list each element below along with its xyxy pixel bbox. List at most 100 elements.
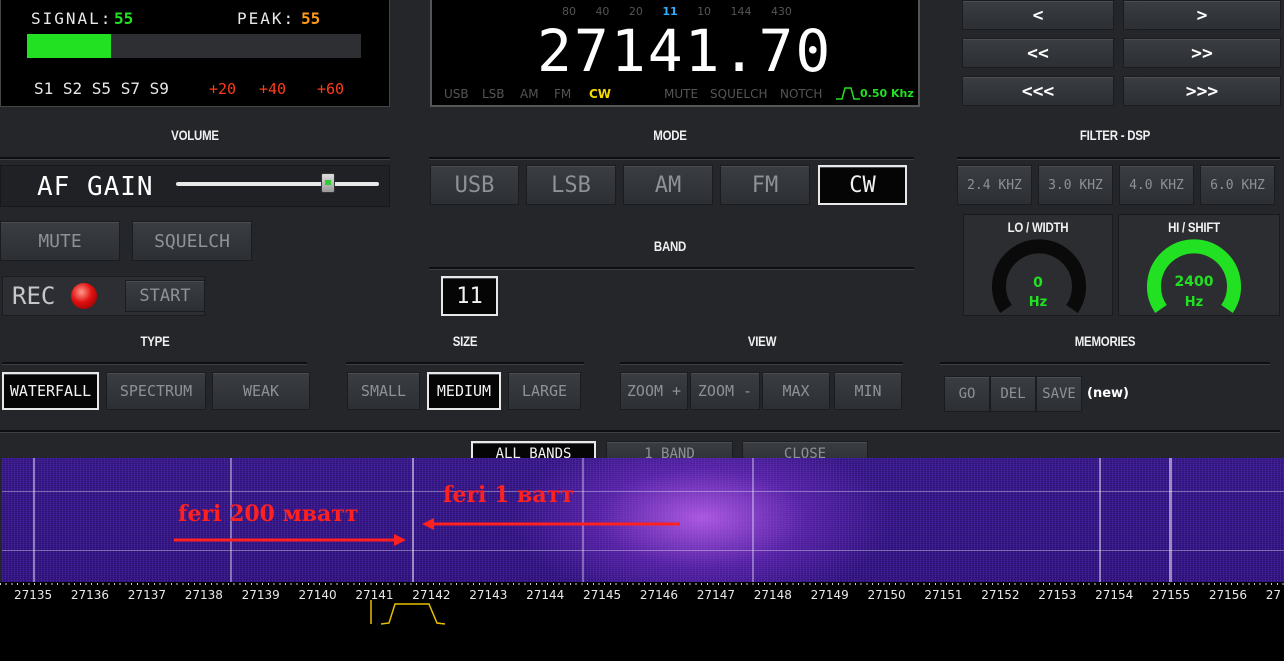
axis-label: 27152	[981, 588, 1020, 602]
volume-divider	[0, 157, 390, 159]
axis-label: 27138	[184, 588, 223, 602]
signal-meter-bar	[27, 34, 361, 58]
step-down-button[interactable]: <	[962, 0, 1114, 30]
filter-6-0-button[interactable]: 6.0 KHZ	[1200, 165, 1275, 205]
mode-fm-button[interactable]: FM	[720, 165, 810, 205]
step-up-button[interactable]: >	[1123, 0, 1281, 30]
zoom-out-button[interactable]: ZOOM -	[690, 372, 760, 410]
waterfall-display[interactable]: feri 200 мватт feri 1 ватт	[2, 458, 1284, 582]
mode-lsb-button[interactable]: LSB	[526, 165, 616, 205]
hi-shift-unit: Hz	[1184, 295, 1204, 310]
size-large-button[interactable]: LARGE	[508, 372, 581, 410]
size-title: SIZE	[452, 333, 478, 349]
step-up-3-button[interactable]: >>>	[1123, 76, 1281, 106]
axis-label: 27137	[127, 588, 166, 602]
af-gain-box: AF GAIN	[0, 165, 390, 207]
axis-label: 27146	[639, 588, 679, 602]
mode-ind-lsb: LSB	[482, 87, 505, 101]
signal-meter-panel: SIGNAL: 55 PEAK: 55 S1 S2 S5 S7 S9 +20 +…	[0, 0, 390, 107]
axis-label: 27147	[696, 588, 735, 602]
size-divider	[346, 362, 584, 364]
signal-meter-fill	[27, 34, 111, 58]
zoom-min-button[interactable]: MIN	[834, 372, 902, 410]
size-small-button[interactable]: SMALL	[347, 372, 420, 410]
memories-title: MEMORIES	[1074, 333, 1136, 349]
mode-title: MODE	[653, 127, 687, 143]
band-select-button[interactable]: 11	[441, 276, 498, 316]
axis-label: 27136	[70, 588, 110, 602]
frequency-readout: 27141.70	[537, 17, 833, 85]
af-gain-slider[interactable]	[176, 173, 379, 193]
passband-marker-icon	[370, 600, 446, 625]
af-gain-label: AF GAIN	[37, 172, 154, 202]
signal-label: SIGNAL:	[31, 9, 113, 28]
axis-label: 27155	[1152, 588, 1191, 602]
mode-cw-button[interactable]: CW	[818, 165, 907, 205]
memories-divider	[940, 362, 1270, 364]
step-down-2-button[interactable]: <<	[962, 38, 1114, 68]
flag-notch: NOTCH	[780, 87, 823, 101]
mode-am-button[interactable]: AM	[623, 165, 713, 205]
type-waterfall-button[interactable]: WATERFALL	[2, 372, 99, 410]
record-box: REC START	[2, 276, 205, 316]
hi-shift-panel: HI / SHIFT 2400 Hz	[1118, 214, 1280, 316]
mode-ind-am: AM	[520, 87, 539, 101]
hi-shift-value: 2400	[1174, 274, 1214, 290]
frequency-axis[interactable]: 27135 27136 27137 27138 27139 27140 27141 27142…	[0, 582, 1284, 661]
scale-plus40: +40	[259, 80, 287, 98]
filter-shape-icon	[836, 87, 860, 100]
waterfall-divider	[0, 430, 1280, 432]
lo-width-panel: LO / WIDTH 0 Hz	[963, 214, 1113, 316]
squelch-button[interactable]: SQUELCH	[132, 221, 252, 261]
scale-plus60: +60	[317, 80, 345, 98]
lo-width-unit: Hz	[1028, 295, 1048, 310]
step-up-2-button[interactable]: >>	[1123, 38, 1281, 68]
mute-button[interactable]: MUTE	[0, 221, 120, 261]
mode-ind-usb: USB	[444, 87, 469, 101]
s-scale: S1 S2 S5 S7 S9	[34, 79, 169, 98]
axis-label: 27144	[526, 588, 565, 602]
axis-label: 27151	[924, 588, 963, 602]
rec-label: REC	[12, 282, 56, 310]
peak-label: PEAK:	[237, 9, 296, 28]
memory-del-button[interactable]: DEL	[990, 376, 1036, 412]
mode-ind-fm: FM	[554, 87, 572, 101]
flag-squelch: SQUELCH	[710, 87, 768, 101]
axis-label: 27148	[753, 588, 792, 602]
axis-label: 27154	[1095, 588, 1134, 602]
axis-label: 27153	[1038, 588, 1077, 602]
filter-title: FILTER - DSP	[1079, 127, 1151, 143]
af-gain-slider-knob[interactable]	[321, 173, 336, 193]
memory-go-button[interactable]: GO	[944, 376, 990, 412]
type-divider	[2, 362, 307, 364]
filter-divider	[957, 157, 1280, 159]
type-weak-button[interactable]: WEAK	[212, 372, 310, 410]
start-record-button[interactable]: START	[125, 280, 205, 312]
zoom-in-button[interactable]: ZOOM +	[620, 372, 688, 410]
step-down-3-button[interactable]: <<<	[962, 76, 1114, 106]
mode-usb-button[interactable]: USB	[430, 165, 519, 205]
lo-width-value: 0	[1033, 275, 1043, 291]
hi-shift-title: HI / SHIFT	[1168, 219, 1220, 235]
axis-label: 27140	[298, 588, 337, 602]
memory-save-button[interactable]: SAVE	[1036, 376, 1082, 412]
volume-title: VOLUME	[171, 127, 219, 143]
view-divider	[620, 362, 903, 364]
mode-divider	[429, 157, 914, 159]
flag-mute: MUTE	[664, 87, 699, 101]
type-spectrum-button[interactable]: SPECTRUM	[106, 372, 206, 410]
axis-tick-strip	[0, 583, 1284, 585]
filter-3-0-button[interactable]: 3.0 KHZ	[1038, 165, 1113, 205]
frequency-display: 80 40 20 11 10 144 430 27141.70 USB LSB …	[430, 0, 920, 107]
size-medium-button[interactable]: MEDIUM	[427, 372, 501, 410]
filter-4-0-button[interactable]: 4.0 KHZ	[1119, 165, 1194, 205]
band-title: BAND	[653, 238, 687, 254]
axis-label: 27150	[867, 588, 906, 602]
axis-label: 27	[1265, 588, 1282, 602]
axis-label: 27149	[810, 588, 849, 602]
type-title: TYPE	[140, 333, 170, 349]
filter-2-4-button[interactable]: 2.4 KHZ	[957, 165, 1032, 205]
annotation-arrows	[174, 518, 680, 546]
zoom-max-button[interactable]: MAX	[762, 372, 830, 410]
signal-value: 55	[114, 9, 134, 28]
